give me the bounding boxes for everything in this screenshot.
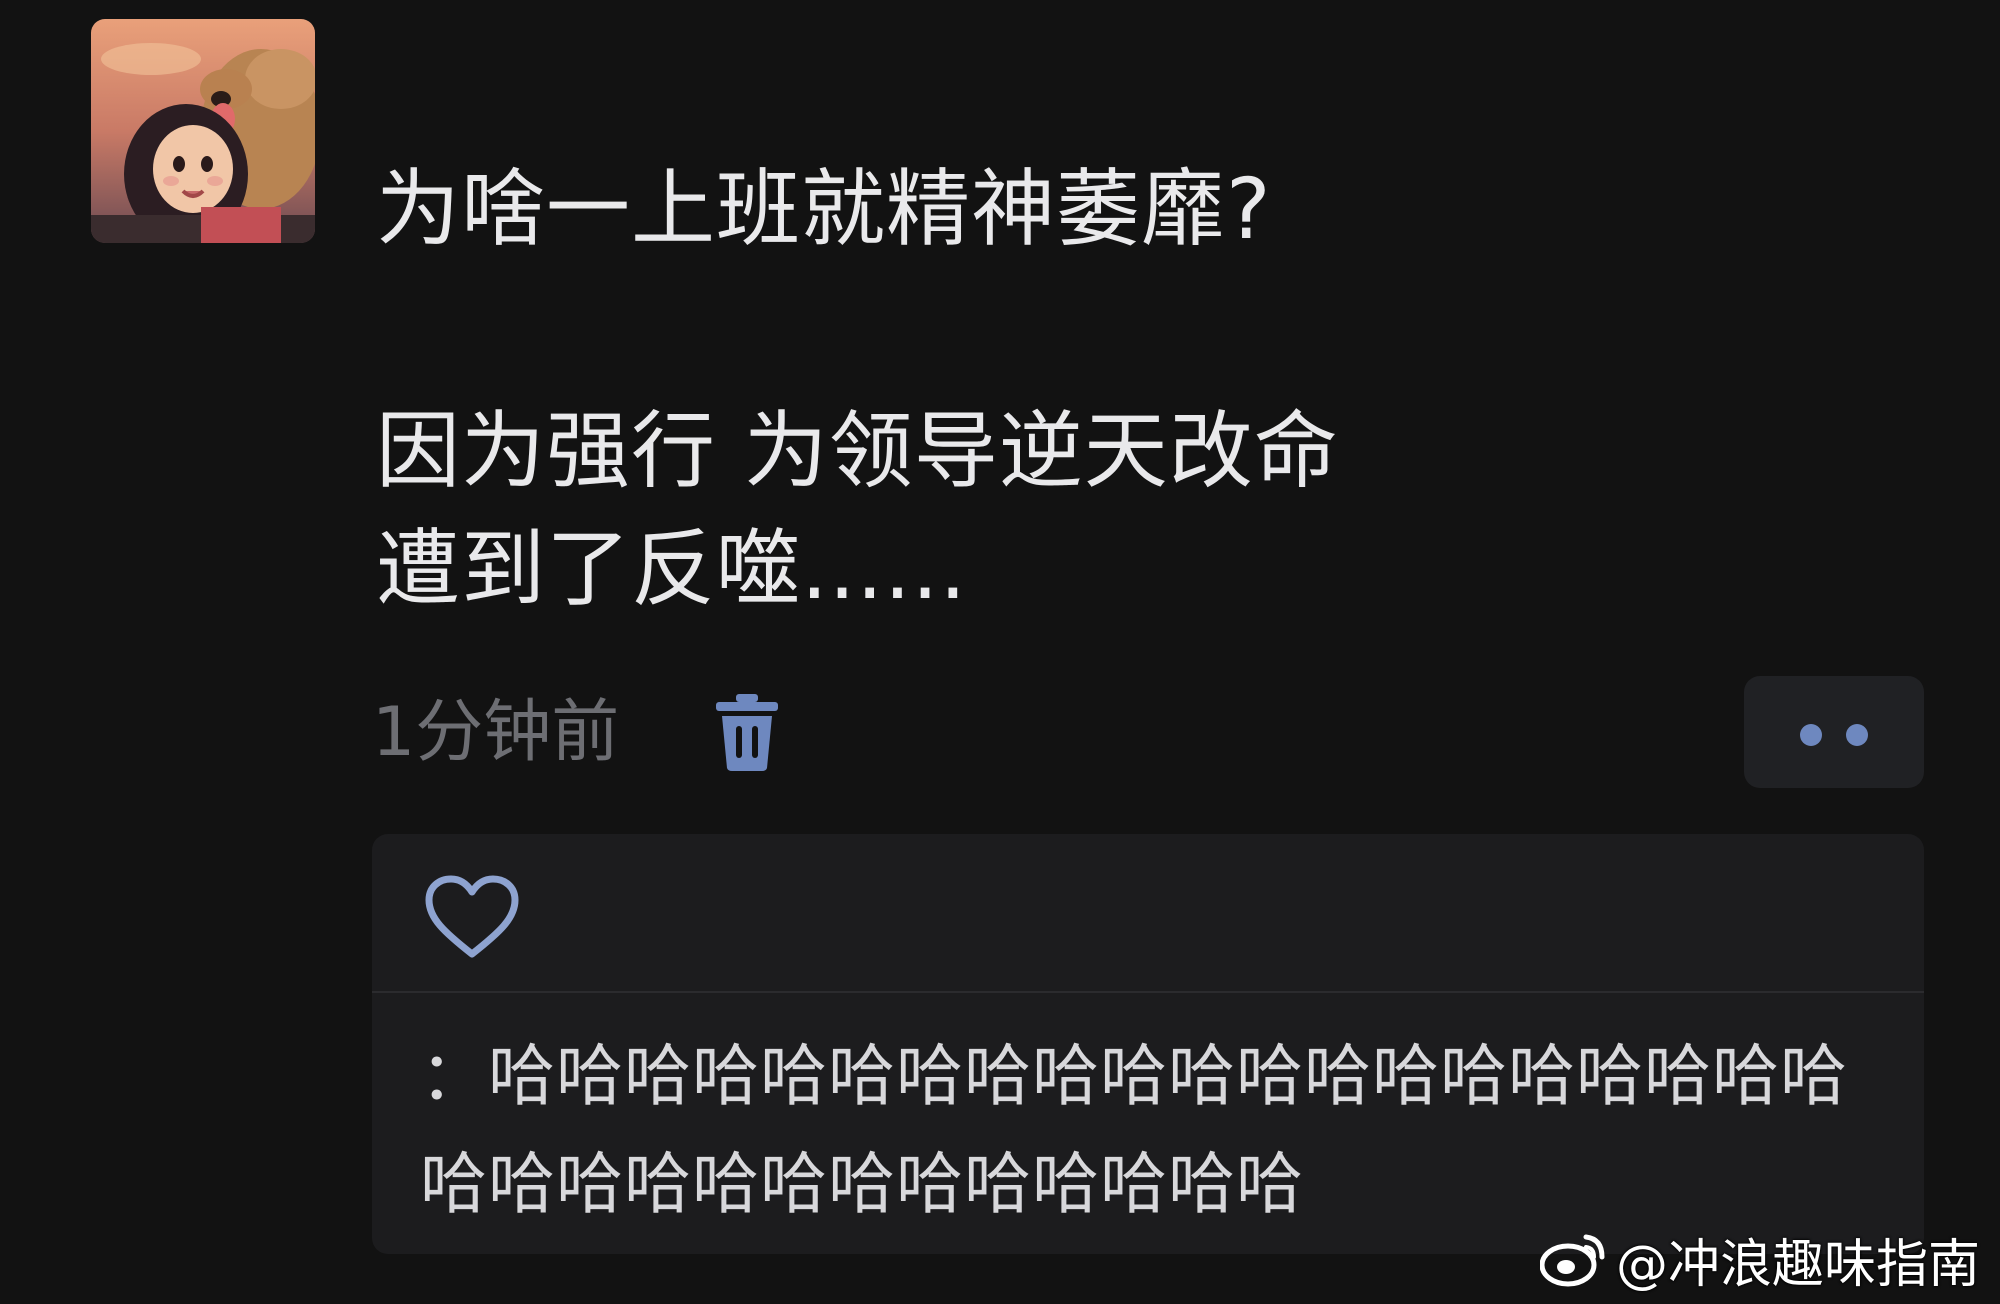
post-body: 为啥一上班就精神萎靡? 因为强行 为领导逆天改命 遭到了反噬...... (376, 150, 1876, 628)
delete-button[interactable] (712, 692, 782, 772)
post-answer-line-1: 因为强行 为领导逆天改命 (376, 402, 1339, 500)
post-timestamp: 1分钟前 (372, 693, 620, 772)
heart-icon (425, 875, 519, 958)
weibo-logo-icon (1539, 1234, 1605, 1287)
more-button[interactable] (1744, 676, 1924, 788)
watermark: @冲浪趣味指南 (1539, 1226, 1980, 1295)
reaction-panel: ：哈哈哈哈哈哈哈哈哈哈哈哈哈哈哈哈哈哈哈哈哈哈哈哈哈哈哈哈哈哈哈哈哈 (372, 834, 1924, 1254)
trash-icon (716, 694, 778, 771)
comment-text: ：哈哈哈哈哈哈哈哈哈哈哈哈哈哈哈哈哈哈哈哈哈哈哈哈哈哈哈哈哈哈哈哈哈 (420, 1037, 1848, 1223)
post-answer-line-2: 遭到了反噬...... (376, 520, 968, 618)
like-row (372, 834, 1924, 993)
post-question: 为啥一上班就精神萎靡? (376, 160, 1272, 258)
more-icon (1800, 724, 1822, 746)
avatar[interactable] (91, 19, 315, 243)
avatar-illustration-icon (91, 19, 315, 243)
more-icon-dot (1846, 724, 1868, 746)
watermark-handle: @冲浪趣味指南 (1615, 1234, 1980, 1295)
like-button[interactable] (424, 874, 520, 960)
